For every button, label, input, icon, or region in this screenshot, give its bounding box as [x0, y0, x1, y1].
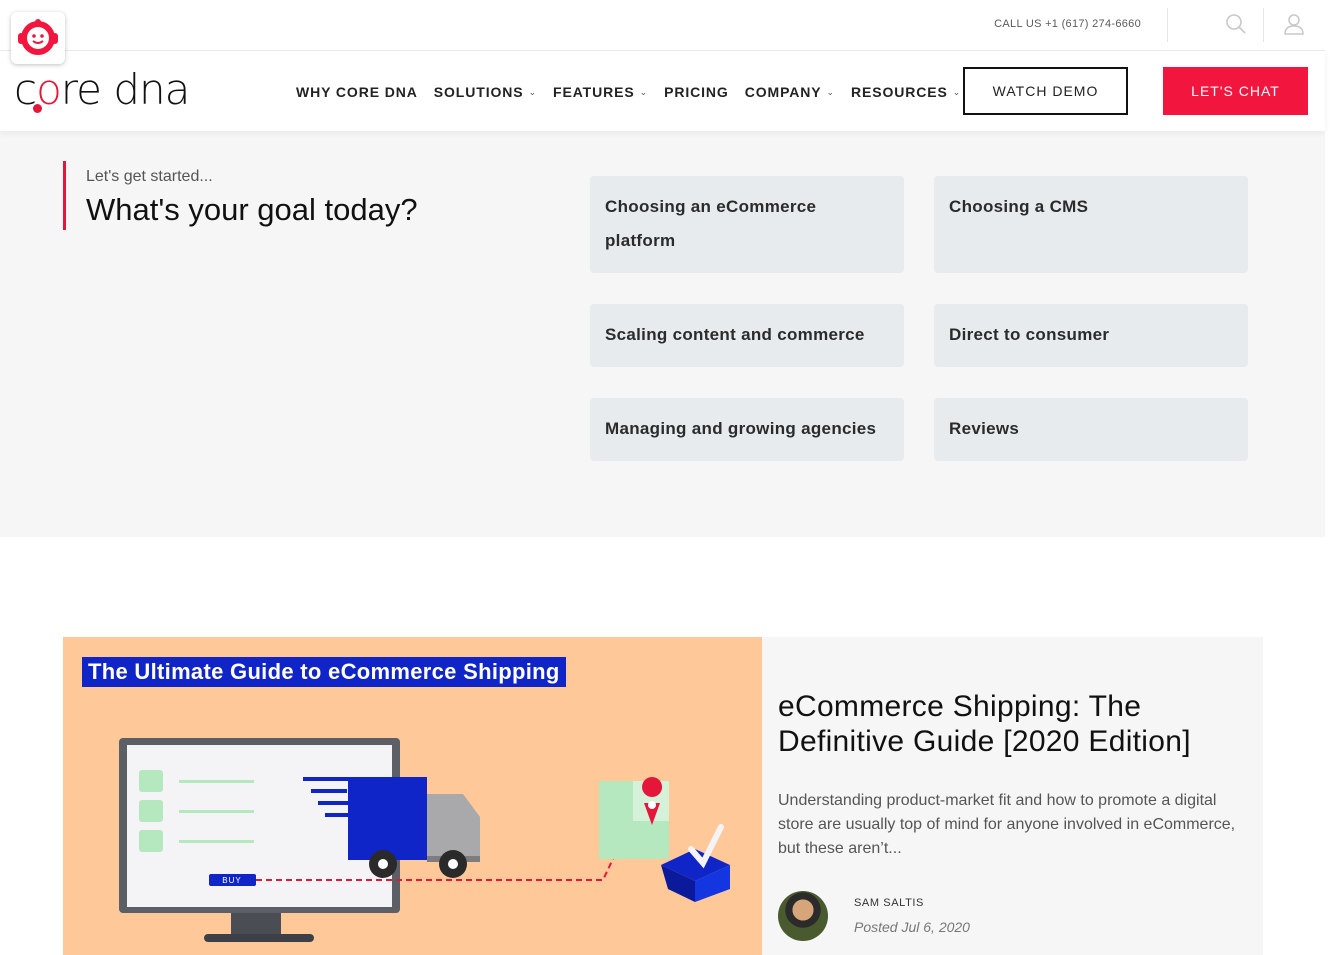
chevron-down-icon: ⌄: [528, 86, 538, 97]
featured-article[interactable]: The Ultimate Guide to eCommerce Shipping…: [63, 637, 1263, 955]
shipping-illustration: BUY: [119, 738, 730, 942]
chevron-down-icon: ⌄: [952, 86, 962, 97]
search-icon[interactable]: [1224, 12, 1248, 36]
article-title[interactable]: eCommerce Shipping: The Definitive Guide…: [778, 689, 1248, 759]
article-excerpt: Understanding product-market fit and how…: [778, 792, 1236, 857]
goal-option-ecommerce-platform[interactable]: Choosing an eCommerce platform: [590, 176, 904, 273]
divider: [1263, 8, 1264, 42]
logo-dot: [33, 104, 42, 113]
goal-section: Let's get started... What's your goal to…: [0, 131, 1325, 537]
user-icon[interactable]: [1282, 12, 1306, 36]
goal-title: What's your goal today?: [86, 192, 418, 227]
nav-item-why-core-dna[interactable]: WHY CORE DNA: [296, 84, 418, 100]
chevron-down-icon: ⌄: [639, 86, 649, 97]
goal-option-direct-to-consumer[interactable]: Direct to consumer: [934, 304, 1248, 367]
goal-subtitle: Let's get started...: [86, 168, 213, 185]
goal-intro: Let's get started... What's your goal to…: [63, 161, 418, 230]
main-nav: WHY CORE DNA SOLUTIONS ⌄ FEATURES ⌄ PRICIN…: [296, 84, 977, 100]
lets-chat-button[interactable]: LET'S CHAT: [1163, 67, 1308, 115]
nav-item-solutions[interactable]: SOLUTIONS ⌄: [434, 84, 537, 100]
chat-bot-icon: [18, 19, 58, 55]
nav-item-features[interactable]: FEATURES ⌄: [553, 84, 648, 100]
watch-demo-button[interactable]: WATCH DEMO: [963, 67, 1128, 115]
goal-option-agencies[interactable]: Managing and growing agencies: [590, 398, 904, 461]
page: CALL US +1 (617) 274-6660 core dna WHY C…: [0, 0, 1340, 955]
article-image[interactable]: The Ultimate Guide to eCommerce Shipping…: [63, 637, 762, 955]
article-text: eCommerce Shipping: The Definitive Guide…: [778, 689, 1248, 861]
nav-item-resources[interactable]: RESOURCES ⌄: [851, 84, 961, 100]
author-name[interactable]: SAM SALTIS: [854, 897, 924, 909]
buy-label: BUY: [222, 876, 241, 885]
call-us-link[interactable]: CALL US +1 (617) 274-6660: [994, 18, 1141, 30]
divider: [1167, 8, 1168, 42]
main-header: core dna WHY CORE DNA SOLUTIONS ⌄ FEATURE…: [0, 51, 1325, 131]
chevron-down-icon: ⌄: [826, 86, 835, 97]
nav-item-pricing[interactable]: PRICING: [664, 84, 729, 100]
post-date: Posted Jul 6, 2020: [854, 919, 970, 935]
goal-option-reviews[interactable]: Reviews: [934, 398, 1248, 461]
utility-bar: CALL US +1 (617) 274-6660: [0, 0, 1325, 51]
goal-option-cms[interactable]: Choosing a CMS: [934, 176, 1248, 273]
avatar: [778, 891, 828, 941]
nav-item-company[interactable]: COMPANY ⌄: [745, 84, 835, 100]
chat-widget-button[interactable]: [11, 12, 65, 64]
goal-option-scaling[interactable]: Scaling content and commerce: [590, 304, 904, 367]
